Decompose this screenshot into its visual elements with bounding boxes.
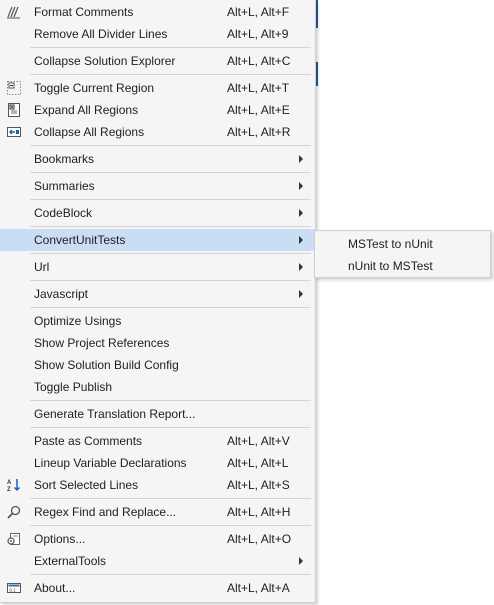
menu-item-label: Show Project References: [34, 336, 170, 350]
background-accent-mark: [316, 0, 318, 28]
submenu-item-label: nUnit to MSTest: [348, 259, 433, 273]
menu-item-sort-selected-lines[interactable]: AZ Sort Selected Lines Alt+L, Alt+S: [0, 474, 315, 496]
menu-item-options[interactable]: Options... Alt+L, Alt+O: [0, 528, 315, 550]
submenu-arrow-icon: [299, 290, 303, 298]
menu-item-label: Show Solution Build Config: [34, 358, 179, 372]
menu-item-about[interactable]: 0.1 About... Alt+L, Alt+A: [0, 577, 315, 599]
submenu-arrow-icon: [299, 263, 303, 271]
submenu-arrow-icon: [299, 209, 303, 217]
menu-item-label: Expand All Regions: [34, 103, 139, 117]
menu-item-label: Regex Find and Replace...: [34, 505, 177, 519]
submenu-item-mstest-to-nunit[interactable]: MSTest to nUnit: [315, 233, 490, 255]
background-editor-area: [316, 0, 494, 605]
menu-item-show-project-references[interactable]: Show Project References: [0, 332, 315, 354]
menu-item-label: Options...: [34, 532, 86, 546]
menu-item-shortcut: Alt+L, Alt+9: [227, 27, 289, 41]
submenu-item-nunit-to-mstest[interactable]: nUnit to MSTest: [315, 255, 490, 277]
menu-item-expand-all-regions[interactable]: Expand All Regions Alt+L, Alt+E: [0, 99, 315, 121]
menu-item-externaltools[interactable]: ExternalTools: [0, 550, 315, 572]
toggle-region-icon: [0, 77, 28, 99]
menu-item-shortcut: Alt+L, Alt+E: [227, 103, 290, 117]
menu-item-label: Javascript: [34, 287, 89, 301]
menu-item-shortcut: Alt+L, Alt+A: [227, 581, 290, 595]
menu-item-label: Toggle Current Region: [34, 81, 155, 95]
menu-item-label: Collapse Solution Explorer: [34, 54, 176, 68]
collapse-regions-icon: [0, 121, 28, 143]
format-comments-icon: [0, 1, 28, 23]
menu-item-summaries[interactable]: Summaries: [0, 175, 315, 197]
menu-item-shortcut: Alt+L, Alt+O: [227, 532, 292, 546]
menu-item-javascript[interactable]: Javascript: [0, 283, 315, 305]
expand-regions-icon: [0, 99, 28, 121]
menu-item-paste-as-comments[interactable]: Paste as Comments Alt+L, Alt+V: [0, 430, 315, 452]
menu-item-lineup-variable-declarations[interactable]: Lineup Variable Declarations Alt+L, Alt+…: [0, 452, 315, 474]
menu-item-label: ExternalTools: [34, 554, 107, 568]
menu-item-label: Sort Selected Lines: [34, 478, 139, 492]
svg-text:A: A: [7, 480, 12, 486]
menu-item-label: CodeBlock: [34, 206, 93, 220]
menu-item-shortcut: Alt+L, Alt+V: [227, 434, 290, 448]
menu-item-optimize-usings[interactable]: Optimize Usings: [0, 310, 315, 332]
menu-item-codeblock[interactable]: CodeBlock: [0, 202, 315, 224]
menu-item-label: Remove All Divider Lines: [34, 27, 168, 41]
context-menu: Format Comments Alt+L, Alt+F Remove All …: [0, 0, 316, 603]
menu-item-shortcut: Alt+L, Alt+L: [227, 456, 289, 470]
menu-item-label: ConvertUnitTests: [34, 233, 126, 247]
menu-item-label: Toggle Publish: [34, 380, 113, 394]
menu-item-generate-translation-report[interactable]: Generate Translation Report...: [0, 403, 315, 425]
menu-item-label: Optimize Usings: [34, 314, 122, 328]
menu-item-toggle-publish[interactable]: Toggle Publish: [0, 376, 315, 398]
menu-item-label: About...: [34, 581, 76, 595]
submenu-arrow-icon: [299, 182, 303, 190]
menu-item-label: Bookmarks: [34, 152, 95, 166]
background-accent-mark: [316, 62, 318, 86]
menu-item-shortcut: Alt+L, Alt+C: [227, 54, 291, 68]
menu-item-label: Generate Translation Report...: [34, 407, 196, 421]
svg-text:0.1: 0.1: [10, 588, 17, 593]
menu-item-convertunittests[interactable]: ConvertUnitTests: [0, 229, 315, 251]
search-icon: [0, 501, 28, 523]
menu-item-format-comments[interactable]: Format Comments Alt+L, Alt+F: [0, 1, 315, 23]
submenu-arrow-icon: [299, 155, 303, 163]
menu-item-url[interactable]: Url: [0, 256, 315, 278]
menu-item-shortcut: Alt+L, Alt+T: [227, 81, 290, 95]
menu-item-label: Collapse All Regions: [34, 125, 145, 139]
submenu-arrow-icon: [299, 236, 303, 244]
menu-item-regex-find-and-replace[interactable]: Regex Find and Replace... Alt+L, Alt+H: [0, 501, 315, 523]
options-icon: [0, 528, 28, 550]
svg-text:Z: Z: [7, 487, 11, 493]
menu-item-shortcut: Alt+L, Alt+H: [227, 505, 291, 519]
menu-item-collapse-all-regions[interactable]: Collapse All Regions Alt+L, Alt+R: [0, 121, 315, 143]
menu-item-show-solution-build-config[interactable]: Show Solution Build Config: [0, 354, 315, 376]
about-icon: 0.1: [0, 577, 28, 599]
menu-item-toggle-current-region[interactable]: Toggle Current Region Alt+L, Alt+T: [0, 77, 315, 99]
menu-item-label: Url: [34, 260, 50, 274]
menu-item-shortcut: Alt+L, Alt+R: [227, 125, 291, 139]
menu-item-label: Lineup Variable Declarations: [34, 456, 187, 470]
menu-item-shortcut: Alt+L, Alt+F: [227, 5, 290, 19]
menu-item-shortcut: Alt+L, Alt+S: [227, 478, 290, 492]
menu-item-label: Paste as Comments: [34, 434, 143, 448]
menu-item-label: Summaries: [34, 179, 95, 193]
menu-item-collapse-solution-explorer[interactable]: Collapse Solution Explorer Alt+L, Alt+C: [0, 50, 315, 72]
menu-item-bookmarks[interactable]: Bookmarks: [0, 148, 315, 170]
menu-item-label: Format Comments: [34, 5, 134, 19]
submenu-arrow-icon: [299, 557, 303, 565]
sort-az-icon: AZ: [0, 474, 28, 496]
convertunittests-submenu: MSTest to nUnit nUnit to MSTest: [314, 230, 491, 278]
menu-item-remove-all-divider-lines[interactable]: Remove All Divider Lines Alt+L, Alt+9: [0, 23, 315, 45]
submenu-item-label: MSTest to nUnit: [348, 237, 433, 251]
